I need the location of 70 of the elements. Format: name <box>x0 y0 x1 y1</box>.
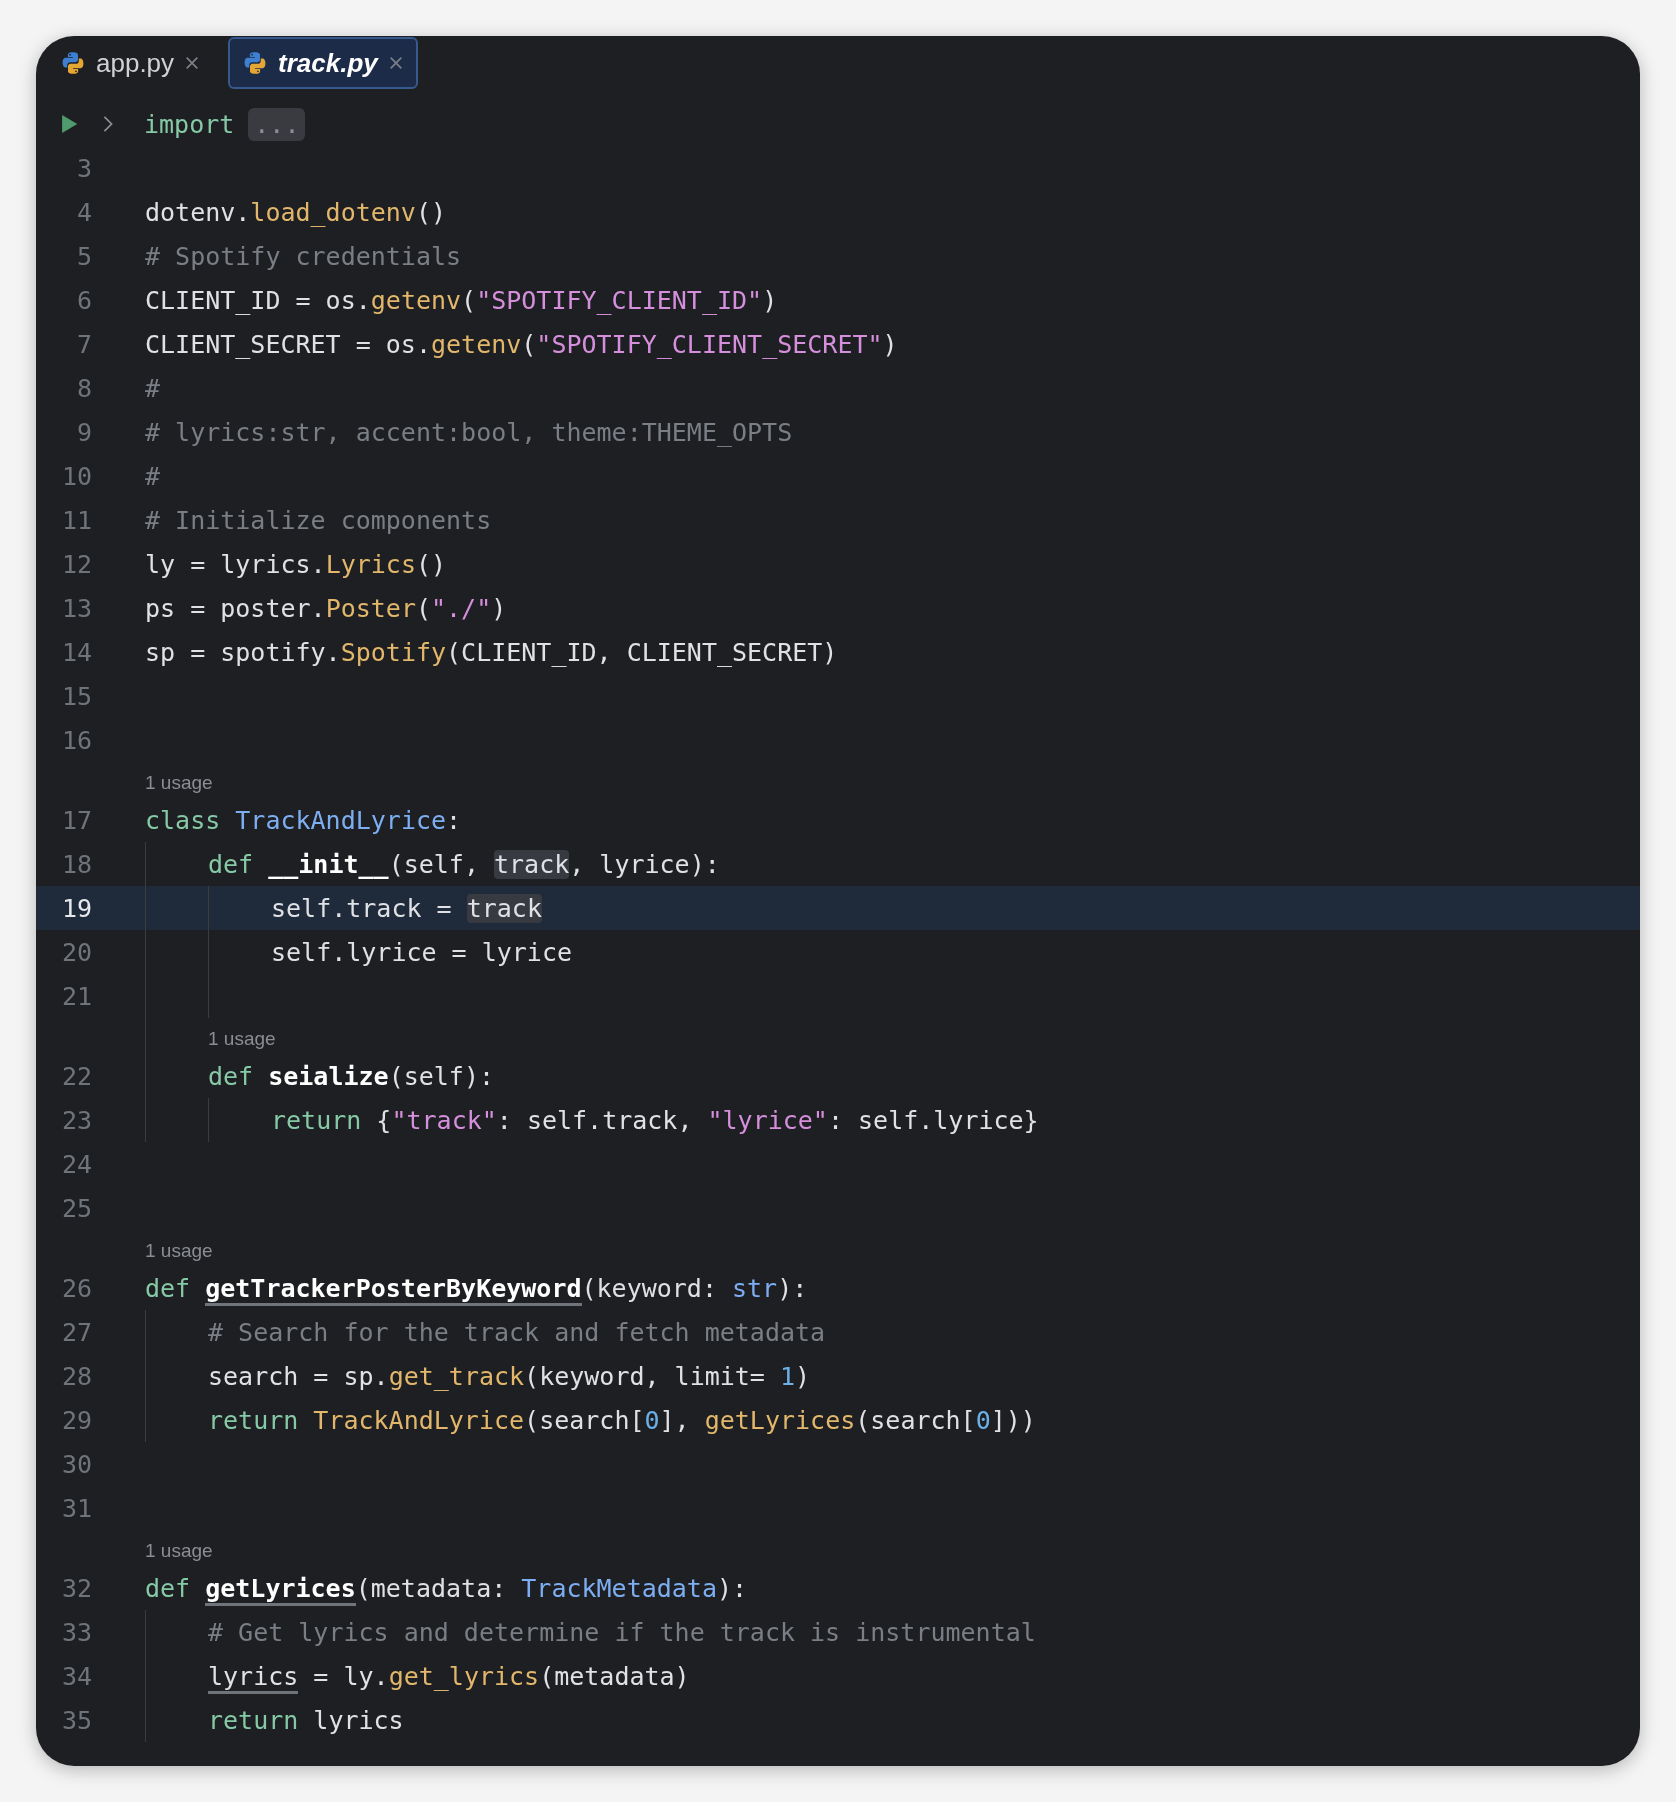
line-number: 17 <box>61 805 92 835</box>
code-line: import <box>144 109 235 139</box>
code-line: def getLyrices(metadata: TrackMetadata): <box>145 1573 748 1603</box>
code-line: # Initialize components <box>145 505 492 535</box>
line-number: 35 <box>61 1705 92 1735</box>
line-number: 21 <box>61 981 92 1011</box>
code-line: return lyrics <box>208 1705 404 1735</box>
code-line: search = sp.get_track(keyword, limit= 1) <box>208 1361 811 1391</box>
code-line: # Spotify credentials <box>145 241 462 271</box>
line-number: 9 <box>76 417 92 447</box>
line-number: 32 <box>61 1573 92 1603</box>
line-number: 12 <box>61 549 92 579</box>
line-number: 25 <box>61 1193 92 1223</box>
line-number: 30 <box>61 1449 92 1479</box>
close-icon[interactable] <box>387 55 404 71</box>
line-number: 22 <box>61 1061 92 1091</box>
line-number: 18 <box>61 849 92 879</box>
folded-code[interactable]: ... <box>248 107 306 141</box>
code-line: # lyrics:str, accent:bool, theme:THEME_OPTS <box>145 417 793 447</box>
line-number: 19 <box>61 893 92 923</box>
line-number: 14 <box>61 637 92 667</box>
code-line: # Search for the track and fetch metadata <box>208 1317 826 1347</box>
usage-hint[interactable]: 1 usage <box>208 1028 276 1054</box>
code-line: class TrackAndLyrice: <box>145 805 462 835</box>
code-line: ly = lyrics.Lyrics() <box>145 549 447 579</box>
line-number: 34 <box>61 1661 92 1691</box>
code-line: return TrackAndLyrice(search[0], getLyrices(search[0])) <box>208 1405 1036 1435</box>
line-number: 24 <box>61 1149 92 1179</box>
code-line: self.track = track <box>271 893 542 923</box>
code-line: def seialize(self): <box>208 1061 494 1091</box>
code-line: lyrics = ly.get_lyrics(metadata) <box>208 1661 690 1691</box>
line-number: 15 <box>61 681 92 711</box>
line-number: 10 <box>61 461 92 491</box>
line-number: 5 <box>76 241 92 271</box>
code-line: ps = poster.Poster("./") <box>145 593 507 623</box>
usage-hint[interactable]: 1 usage <box>145 1540 213 1566</box>
file-tab[interactable]: track.py <box>228 37 418 89</box>
code-line: dotenv.load_dotenv() <box>145 197 447 227</box>
close-icon[interactable] <box>184 55 201 71</box>
line-number: 33 <box>61 1617 92 1647</box>
code-line: def __init__(self, track, lyrice): <box>208 849 720 879</box>
file-tab[interactable]: app.py <box>46 37 215 89</box>
code-line: sp = spotify.Spotify(CLIENT_ID, CLIENT_SECRET) <box>145 637 838 667</box>
line-number: 7 <box>76 329 92 359</box>
line-number: 28 <box>61 1361 92 1391</box>
code-line: def getTrackerPosterByKeyword(keyword: str): <box>145 1273 808 1303</box>
line-number: 31 <box>61 1493 92 1523</box>
line-number: 26 <box>61 1273 92 1303</box>
line-number: 29 <box>61 1405 92 1435</box>
chevron-icon[interactable] <box>102 114 114 134</box>
line-number: 13 <box>61 593 92 623</box>
line-number: 8 <box>76 373 92 403</box>
code-line: CLIENT_SECRET = os.getenv("SPOTIFY_CLIENT_SECRET") <box>145 329 898 359</box>
code-line: self.lyrice = lyrice <box>271 937 573 967</box>
line-number: 20 <box>61 937 92 967</box>
line-number: 23 <box>61 1105 92 1135</box>
code-line: # Get lyrics and determine if the track is instrumental <box>208 1617 1036 1647</box>
code-line: return {"track": self.track, "lyrice": self.lyrice} <box>271 1105 1039 1135</box>
code-line: # <box>145 373 161 403</box>
line-number: 4 <box>76 197 92 227</box>
line-number: 11 <box>61 505 92 535</box>
usage-hint[interactable]: 1 usage <box>145 1240 213 1266</box>
line-number: 3 <box>76 153 92 183</box>
code-line: # <box>145 461 161 491</box>
line-number: 16 <box>61 725 92 755</box>
usage-hint[interactable]: 1 usage <box>145 772 213 798</box>
line-number: 27 <box>61 1317 92 1347</box>
code-line: CLIENT_ID = os.getenv("SPOTIFY_CLIENT_ID") <box>145 285 778 315</box>
python-file-icon <box>60 50 86 76</box>
line-number: 6 <box>76 285 92 315</box>
